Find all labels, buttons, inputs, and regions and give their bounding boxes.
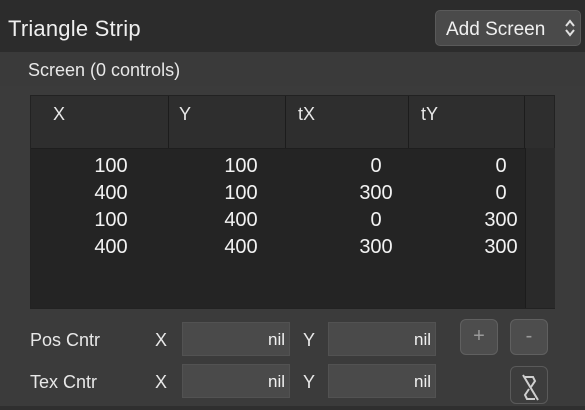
table-row[interactable]: 100 100 0 0 <box>31 153 525 180</box>
cell-y: 400 <box>224 209 258 231</box>
cell-ty: 0 <box>495 155 507 177</box>
cell-x: 100 <box>94 155 128 177</box>
tex-center-y-label: Y <box>303 372 316 392</box>
cell-y: 100 <box>224 155 258 177</box>
title-bar: Triangle Strip Add Screen <box>0 0 585 52</box>
tex-center-y-value: nil <box>413 372 431 391</box>
cell-ty: 300 <box>484 209 518 231</box>
column-header-x[interactable]: X <box>31 96 169 148</box>
add-screen-dropdown[interactable]: Add Screen <box>435 10 581 46</box>
screen-label: Screen (0 controls) <box>28 60 181 80</box>
tex-center-x-field[interactable]: nil <box>182 364 290 398</box>
column-header-spacer <box>525 96 554 148</box>
table-row[interactable]: 400 100 300 0 <box>31 180 525 207</box>
table-header: X Y tX tY <box>31 96 554 149</box>
cell-tx: 300 <box>359 236 393 258</box>
pos-center-label: Pos Cntr <box>30 330 101 350</box>
chevron-updown-icon <box>565 19 575 37</box>
tex-center-y-field[interactable]: nil <box>328 364 436 398</box>
cell-ty: 300 <box>484 236 518 258</box>
remove-vertex-button[interactable]: - <box>510 319 548 355</box>
pos-center-y-field[interactable]: nil <box>328 322 436 356</box>
cell-x: 100 <box>94 209 128 231</box>
pos-center-x-value: nil <box>267 330 285 349</box>
column-header-y[interactable]: Y <box>169 96 286 148</box>
add-vertex-button[interactable]: + <box>460 319 498 355</box>
tex-center-x-label: X <box>155 372 168 392</box>
cell-y: 400 <box>224 236 258 258</box>
tex-center-label: Tex Cntr <box>30 372 98 392</box>
cell-tx: 0 <box>370 209 382 231</box>
cell-tx: 300 <box>359 182 393 204</box>
cell-ty: 0 <box>495 182 507 204</box>
pos-center-y-value: nil <box>413 330 431 349</box>
table-row[interactable]: 100 400 0 300 <box>31 207 525 234</box>
pos-center-y-label: Y <box>303 330 316 350</box>
table-row[interactable]: 400 400 300 300 <box>31 234 525 261</box>
screen-header: Screen (0 controls) <box>0 52 585 86</box>
unlink-button[interactable] <box>510 366 548 404</box>
panel-title: Triangle Strip <box>8 16 141 41</box>
pos-center-x-label: X <box>155 330 168 350</box>
cell-x: 400 <box>94 236 128 258</box>
broken-link-icon <box>522 374 539 401</box>
cell-tx: 0 <box>370 155 382 177</box>
tex-center-x-value: nil <box>267 372 285 391</box>
column-header-tx[interactable]: tX <box>286 96 409 148</box>
vertex-table[interactable]: X Y tX tY 100 100 0 0 400 100 300 0 100 … <box>30 95 555 309</box>
add-screen-label: Add Screen <box>446 19 546 40</box>
column-header-ty[interactable]: tY <box>409 96 525 148</box>
pos-center-x-field[interactable]: nil <box>182 322 290 356</box>
cell-x: 400 <box>94 182 128 204</box>
cell-y: 100 <box>224 182 258 204</box>
